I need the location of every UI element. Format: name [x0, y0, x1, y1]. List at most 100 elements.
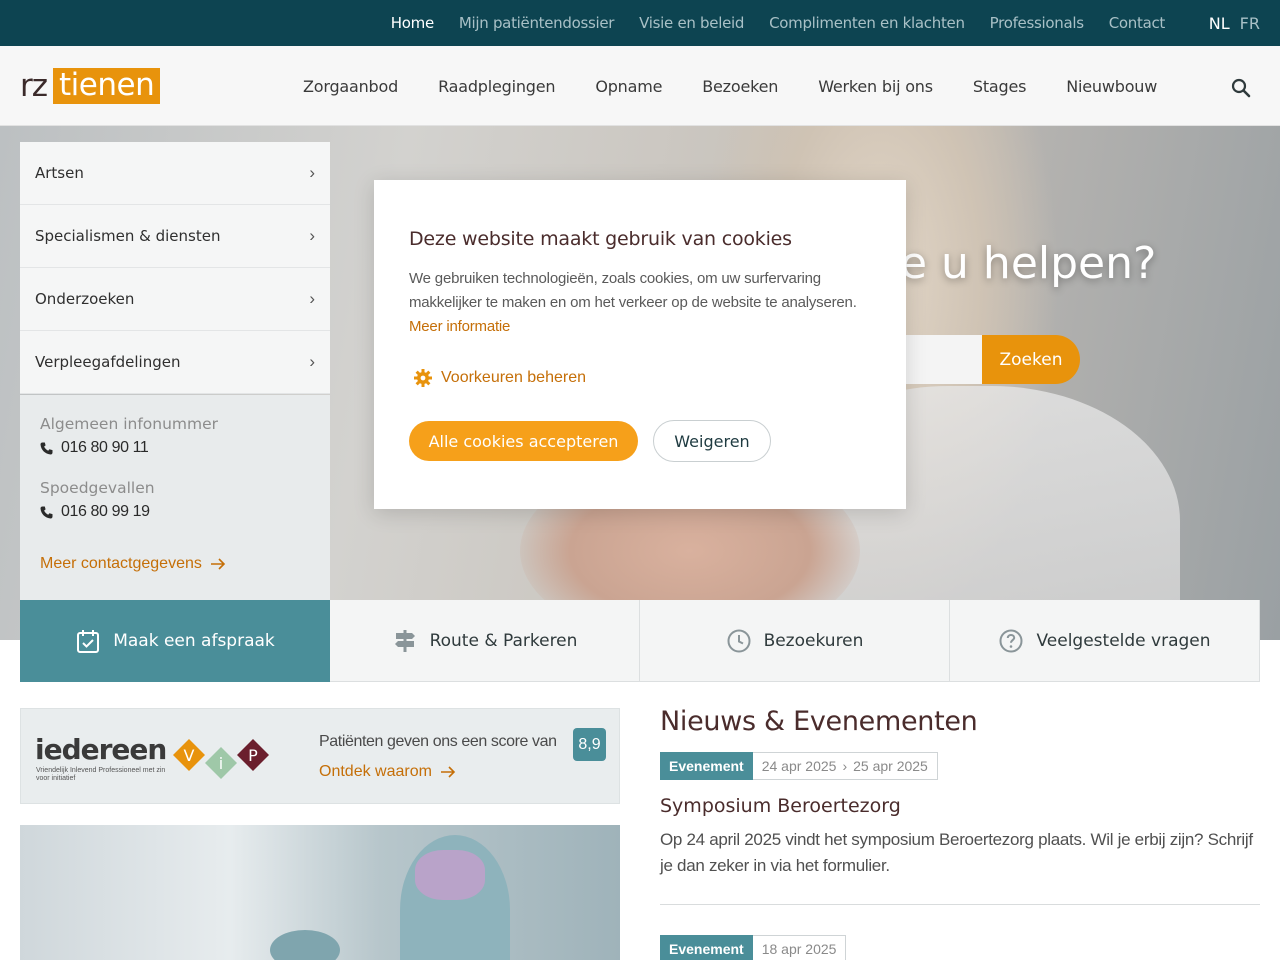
quick-link-faq[interactable]: Veelgestelde vragen	[950, 600, 1260, 682]
chevron-right-icon: ›	[842, 758, 848, 774]
side-menu-label: Onderzoeken	[35, 290, 135, 308]
event-tag: Evenement	[660, 752, 753, 780]
surgery-photo	[20, 825, 620, 960]
language-fr[interactable]: FR	[1240, 14, 1260, 33]
emergency-number-label: Spoedgevallen	[40, 479, 155, 497]
event-date-start: 18 apr 2025	[761, 941, 837, 957]
side-menu: Artsen › Specialismen & diensten › Onder…	[20, 142, 330, 394]
nav-stages[interactable]: Stages	[973, 77, 1027, 96]
signpost-icon	[394, 629, 415, 652]
side-menu-label: Specialismen & diensten	[35, 227, 221, 245]
more-contact-link[interactable]: Meer contactgegevens	[40, 555, 226, 573]
side-menu-label: Artsen	[35, 164, 84, 182]
manage-preferences-button[interactable]: Voorkeuren beheren	[413, 368, 586, 388]
deny-cookies-button[interactable]: Weigeren	[653, 420, 771, 462]
main-nav: Zorgaanbod Raadplegingen Opname Bezoeken…	[303, 46, 1157, 126]
side-menu-item-verpleegafdelingen[interactable]: Verpleegafdelingen ›	[20, 331, 330, 394]
site-header: rz tienen Zorgaanbod Raadplegingen Opnam…	[0, 46, 1280, 126]
cookie-more-info-link[interactable]: Meer informatie	[409, 318, 510, 335]
language-switcher: NL FR	[1209, 0, 1260, 46]
quick-link-visiting-hours[interactable]: Bezoekuren	[640, 600, 950, 682]
vip-brand: iedereen	[35, 733, 167, 766]
question-circle-icon	[999, 629, 1023, 652]
emergency-number-value: 016 80 99 19	[61, 503, 150, 520]
vip-discover-link[interactable]: Ontdek waarom	[319, 763, 456, 781]
arrow-right-icon	[440, 766, 456, 778]
emergency-number[interactable]: 016 80 99 19	[40, 503, 310, 521]
event-tag: Evenement	[660, 935, 753, 960]
chevron-right-icon: ›	[309, 163, 315, 182]
more-contact-label: Meer contactgegevens	[40, 555, 202, 572]
vip-brand-sub: Vriendelijk Inlevend Professioneel met z…	[36, 767, 166, 782]
vip-logo-icon: V i P	[173, 739, 269, 779]
utility-nav: Home Mijn patiëntendossier Visie en bele…	[391, 0, 1166, 46]
photo-mask	[415, 850, 485, 900]
cookie-modal-title: Deze website maakt gebruik van cookies	[409, 228, 792, 250]
hero-title: e u helpen?	[900, 238, 1157, 289]
logo-rz: rz	[20, 68, 48, 104]
nav-opname[interactable]: Opname	[595, 77, 662, 96]
quick-link-label: Bezoekuren	[763, 630, 864, 651]
hero-search-button[interactable]: Zoeken	[982, 335, 1080, 384]
nav-bezoeken[interactable]: Bezoeken	[702, 77, 778, 96]
cookie-modal-text: We gebruiken technologieën, zoals cookie…	[409, 270, 857, 311]
event-dates: 24 apr 2025 › 25 apr 2025	[752, 752, 938, 780]
clock-icon	[727, 629, 751, 652]
gear-icon	[414, 369, 432, 387]
search-icon[interactable]	[1230, 77, 1252, 99]
utility-link-home[interactable]: Home	[391, 14, 434, 32]
side-menu-label: Verpleegafdelingen	[35, 353, 181, 371]
contact-block: Algemeen infonummer 016 80 90 11 Spoedge…	[20, 395, 330, 600]
utility-link-complaints[interactable]: Complimenten en klachten	[769, 14, 965, 32]
vip-score-text: Patiënten geven ons een score van	[319, 733, 557, 750]
manage-preferences-label: Voorkeuren beheren	[441, 369, 586, 386]
chevron-right-icon: ›	[309, 289, 315, 308]
quick-links-bar: Maak een afspraak Route & Parkeren Bezoe…	[20, 600, 1260, 682]
news-item-text: Op 24 april 2025 vindt het symposium Ber…	[660, 830, 1253, 875]
quick-link-label: Veelgestelde vragen	[1036, 630, 1211, 651]
general-number-label: Algemeen infonummer	[40, 415, 219, 433]
chevron-right-icon: ›	[309, 352, 315, 371]
news-item-heading[interactable]: Symposium Beroertezorg	[660, 795, 901, 817]
quick-link-route[interactable]: Route & Parkeren	[330, 600, 640, 682]
photo-assistant	[270, 930, 340, 960]
phone-icon	[40, 442, 53, 454]
event-dates: 18 apr 2025	[752, 935, 847, 960]
side-menu-item-onderzoeken[interactable]: Onderzoeken ›	[20, 268, 330, 331]
side-menu-item-specialismen[interactable]: Specialismen & diensten ›	[20, 205, 330, 268]
top-utility-bar: Home Mijn patiëntendossier Visie en bele…	[0, 0, 1280, 46]
general-number-value: 016 80 90 11	[61, 439, 149, 456]
event-date-end: 25 apr 2025	[853, 758, 928, 774]
nav-zorgaanbod[interactable]: Zorgaanbod	[303, 77, 398, 96]
accept-all-cookies-button[interactable]: Alle cookies accepteren	[409, 421, 638, 461]
language-nl[interactable]: NL	[1209, 14, 1230, 33]
utility-link-professionals[interactable]: Professionals	[990, 14, 1084, 32]
svg-text:V: V	[184, 746, 195, 765]
quick-link-label: Maak een afspraak	[113, 631, 275, 651]
news-item-meta: Evenement 24 apr 2025 › 25 apr 2025	[660, 752, 938, 780]
chevron-right-icon: ›	[309, 226, 315, 245]
utility-link-patient-record[interactable]: Mijn patiëntendossier	[459, 14, 615, 32]
general-number[interactable]: 016 80 90 11	[40, 439, 310, 457]
quick-link-appointment[interactable]: Maak een afspraak	[20, 600, 330, 682]
news-item-meta: Evenement 18 apr 2025	[660, 935, 847, 960]
svg-text:P: P	[248, 746, 258, 765]
cookie-consent-modal: Deze website maakt gebruik van cookies W…	[374, 180, 906, 509]
logo-tienen: tienen	[53, 68, 161, 104]
vip-score-badge: 8,9	[573, 728, 606, 761]
vip-score-card: iedereen Vriendelijk Inlevend Profession…	[20, 708, 620, 804]
news-section-title: Nieuws & Evenementen	[660, 706, 978, 737]
phone-icon	[40, 506, 53, 518]
vip-discover-label: Ontdek waarom	[319, 763, 432, 780]
nav-nieuwbouw[interactable]: Nieuwbouw	[1066, 77, 1157, 96]
arrow-right-icon	[210, 558, 226, 570]
nav-werken-bij-ons[interactable]: Werken bij ons	[818, 77, 933, 96]
quick-link-label: Route & Parkeren	[429, 630, 578, 651]
utility-link-contact[interactable]: Contact	[1109, 14, 1166, 32]
site-logo[interactable]: rz tienen	[20, 68, 161, 104]
utility-link-vision[interactable]: Visie en beleid	[639, 14, 744, 32]
side-menu-item-artsen[interactable]: Artsen ›	[20, 142, 330, 205]
svg-text:i: i	[219, 754, 223, 773]
calendar-check-icon	[77, 630, 100, 653]
nav-raadplegingen[interactable]: Raadplegingen	[438, 77, 555, 96]
